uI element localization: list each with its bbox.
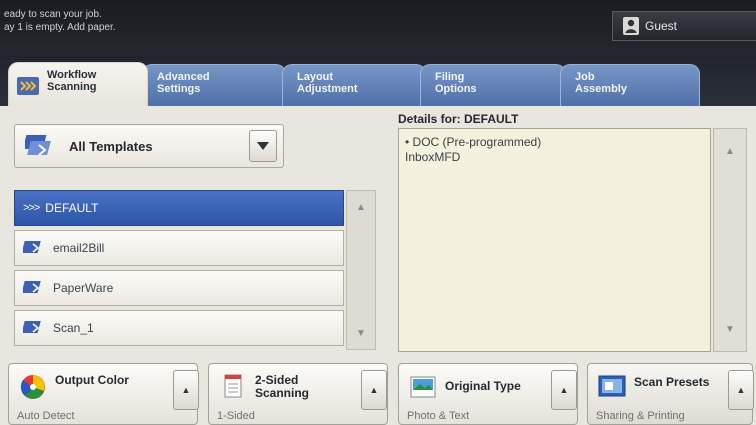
scan-presets-title: Scan Presets <box>634 375 710 389</box>
tab-label: Job Assembly <box>575 71 627 95</box>
status-line-1: eady to scan your job. <box>4 9 102 20</box>
template-list-scrollbar[interactable]: ▲ ▼ <box>346 190 376 350</box>
scroll-down-button[interactable]: ▼ <box>349 323 373 343</box>
guest-label: Guest <box>645 19 678 33</box>
template-filter-dropdown[interactable]: All Templates <box>14 124 284 168</box>
details-box: • DOC (Pre-programmed) InboxMFD <box>398 128 711 352</box>
chevron-down-icon <box>257 142 269 150</box>
output-color-arrow[interactable]: ▲ <box>173 370 199 410</box>
selected-indicator: >>> <box>23 202 40 214</box>
tab-label: Advanced Settings <box>157 71 210 95</box>
details-line-1: • DOC (Pre-programmed) <box>405 135 542 149</box>
details-scrollbar[interactable]: ▲ ▼ <box>713 128 747 352</box>
template-icon <box>23 241 41 253</box>
original-type-value: Photo & Text <box>407 410 470 422</box>
tab-bar: Advanced Settings Layout Adjustment Fili… <box>0 56 756 110</box>
workflow-scanning-icon <box>17 77 39 95</box>
output-color-button[interactable]: Output Color Auto Detect ▲ <box>8 363 199 425</box>
original-type-arrow[interactable]: ▲ <box>551 370 577 410</box>
workflow-scanning-panel: All Templates >>> DEFAULT email2Bill Pap… <box>0 106 756 425</box>
template-icon <box>23 281 41 293</box>
two-sided-arrow[interactable]: ▲ <box>361 370 387 410</box>
output-color-title: Output Color <box>55 373 129 387</box>
scroll-up-button[interactable]: ▲ <box>349 197 373 217</box>
template-name: email2Bill <box>53 241 105 255</box>
tab-label: Workflow Scanning <box>47 69 97 93</box>
two-sided-title: 2-Sided Scanning <box>255 373 310 400</box>
template-list: >>> DEFAULT email2Bill PaperWare Scan_1 <box>14 190 344 350</box>
scan-presets-button[interactable]: Scan Presets Sharing & Printing ▲ <box>587 363 754 425</box>
template-name: PaperWare <box>53 281 114 295</box>
tab-advanced-settings[interactable]: Advanced Settings <box>142 64 286 108</box>
template-row-email2bill[interactable]: email2Bill <box>14 230 344 266</box>
original-type-button[interactable]: Original Type Photo & Text ▲ <box>398 363 578 425</box>
scan-presets-value: Sharing & Printing <box>596 410 685 422</box>
two-sided-icon <box>224 374 242 398</box>
status-message: eady to scan your job. ay 1 is empty. Ad… <box>4 8 116 34</box>
details-line-2: InboxMFD <box>405 150 461 164</box>
template-icon <box>23 321 41 333</box>
guest-button[interactable]: Guest <box>612 11 756 41</box>
scroll-down-button[interactable]: ▼ <box>718 319 742 339</box>
tab-label: Layout Adjustment <box>297 71 358 95</box>
template-row-scan-1[interactable]: Scan_1 <box>14 310 344 346</box>
scan-presets-arrow[interactable]: ▲ <box>728 370 754 410</box>
scan-presets-icon <box>598 375 626 397</box>
user-icon <box>623 17 639 35</box>
template-row-paperware[interactable]: PaperWare <box>14 270 344 306</box>
template-filter-label: All Templates <box>69 138 153 154</box>
dropdown-button[interactable] <box>249 130 277 162</box>
tab-layout-adjustment[interactable]: Layout Adjustment <box>282 64 426 108</box>
output-color-value: Auto Detect <box>17 410 75 422</box>
two-sided-scanning-button[interactable]: 2-Sided Scanning 1-Sided ▲ <box>208 363 388 425</box>
tab-label: Filing Options <box>435 71 477 95</box>
tab-filing-options[interactable]: Filing Options <box>420 64 566 108</box>
photo-text-icon <box>410 376 436 398</box>
original-type-title: Original Type <box>445 379 521 393</box>
details-title: Details for: DEFAULT <box>398 112 519 126</box>
template-name: Scan_1 <box>53 321 94 335</box>
template-name: DEFAULT <box>45 201 99 215</box>
two-sided-value: 1-Sided <box>217 410 255 422</box>
status-line-2: ay 1 is empty. Add paper. <box>4 22 116 33</box>
template-row-default[interactable]: >>> DEFAULT <box>14 190 344 226</box>
scroll-up-button[interactable]: ▲ <box>718 141 742 161</box>
tab-workflow-scanning[interactable]: Workflow Scanning <box>8 62 148 110</box>
tab-job-assembly[interactable]: Job Assembly <box>560 64 700 108</box>
templates-icon <box>25 135 51 156</box>
status-bar: eady to scan your job. ay 1 is empty. Ad… <box>0 0 756 56</box>
color-wheel-icon <box>20 375 45 399</box>
